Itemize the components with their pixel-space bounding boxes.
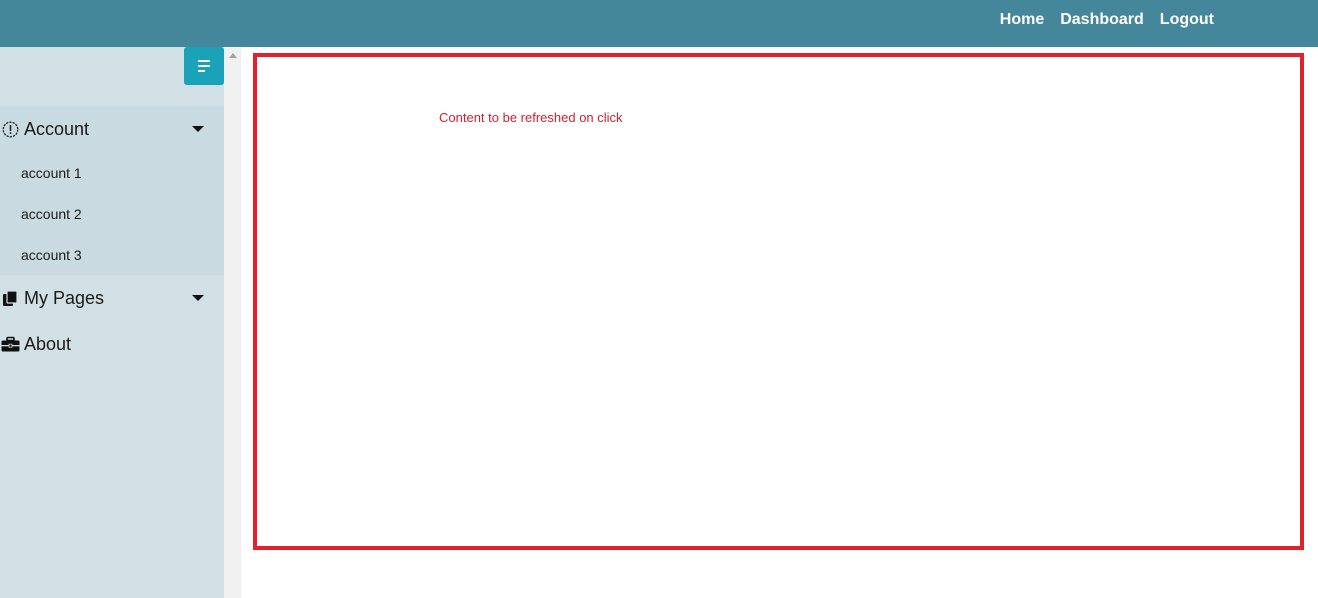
sidebar-subitem-account-1[interactable]: account 1 <box>0 152 224 193</box>
caret-down-icon <box>192 126 204 132</box>
sidebar-item-about[interactable]: About <box>0 321 224 367</box>
sidebar-item-my-pages[interactable]: My Pages <box>0 275 224 321</box>
briefcase-icon <box>1 335 20 354</box>
sidebar-item-label: Account <box>24 118 90 139</box>
caret-down-icon <box>192 295 204 301</box>
copy-icon <box>1 289 20 308</box>
nav-logout-link[interactable]: Logout <box>1160 11 1214 29</box>
top-navbar: Home Dashboard Logout <box>0 0 1318 47</box>
menu-icon-bar <box>198 70 205 72</box>
info-circle-icon <box>1 120 20 139</box>
sidebar-scrollbar[interactable] <box>224 47 241 598</box>
sidebar-subitem-account-2[interactable]: account 2 <box>0 193 224 234</box>
menu-align-left-icon <box>198 60 210 62</box>
sidebar: Account account 1 account 2 account 3 My… <box>0 47 224 598</box>
sidebar-menu: Account account 1 account 2 account 3 My… <box>0 106 224 367</box>
top-nav-links: Home Dashboard Logout <box>1000 0 1214 40</box>
account-group: Account account 1 account 2 account 3 <box>0 106 224 275</box>
sidebar-item-label: About <box>24 333 72 354</box>
content-panel: Content to be refreshed on click <box>253 53 1304 550</box>
sidebar-item-account[interactable]: Account <box>0 106 224 152</box>
nav-home-link[interactable]: Home <box>1000 11 1044 29</box>
menu-icon-bar <box>198 65 210 67</box>
sidebar-item-label: My Pages <box>24 287 105 308</box>
nav-dashboard-link[interactable]: Dashboard <box>1060 11 1144 29</box>
scroll-up-arrow-icon[interactable] <box>229 53 237 58</box>
content-placeholder-text: Content to be refreshed on click <box>439 110 623 125</box>
sidebar-toggle-button[interactable] <box>184 47 224 85</box>
sidebar-subitem-account-3[interactable]: account 3 <box>0 234 224 275</box>
